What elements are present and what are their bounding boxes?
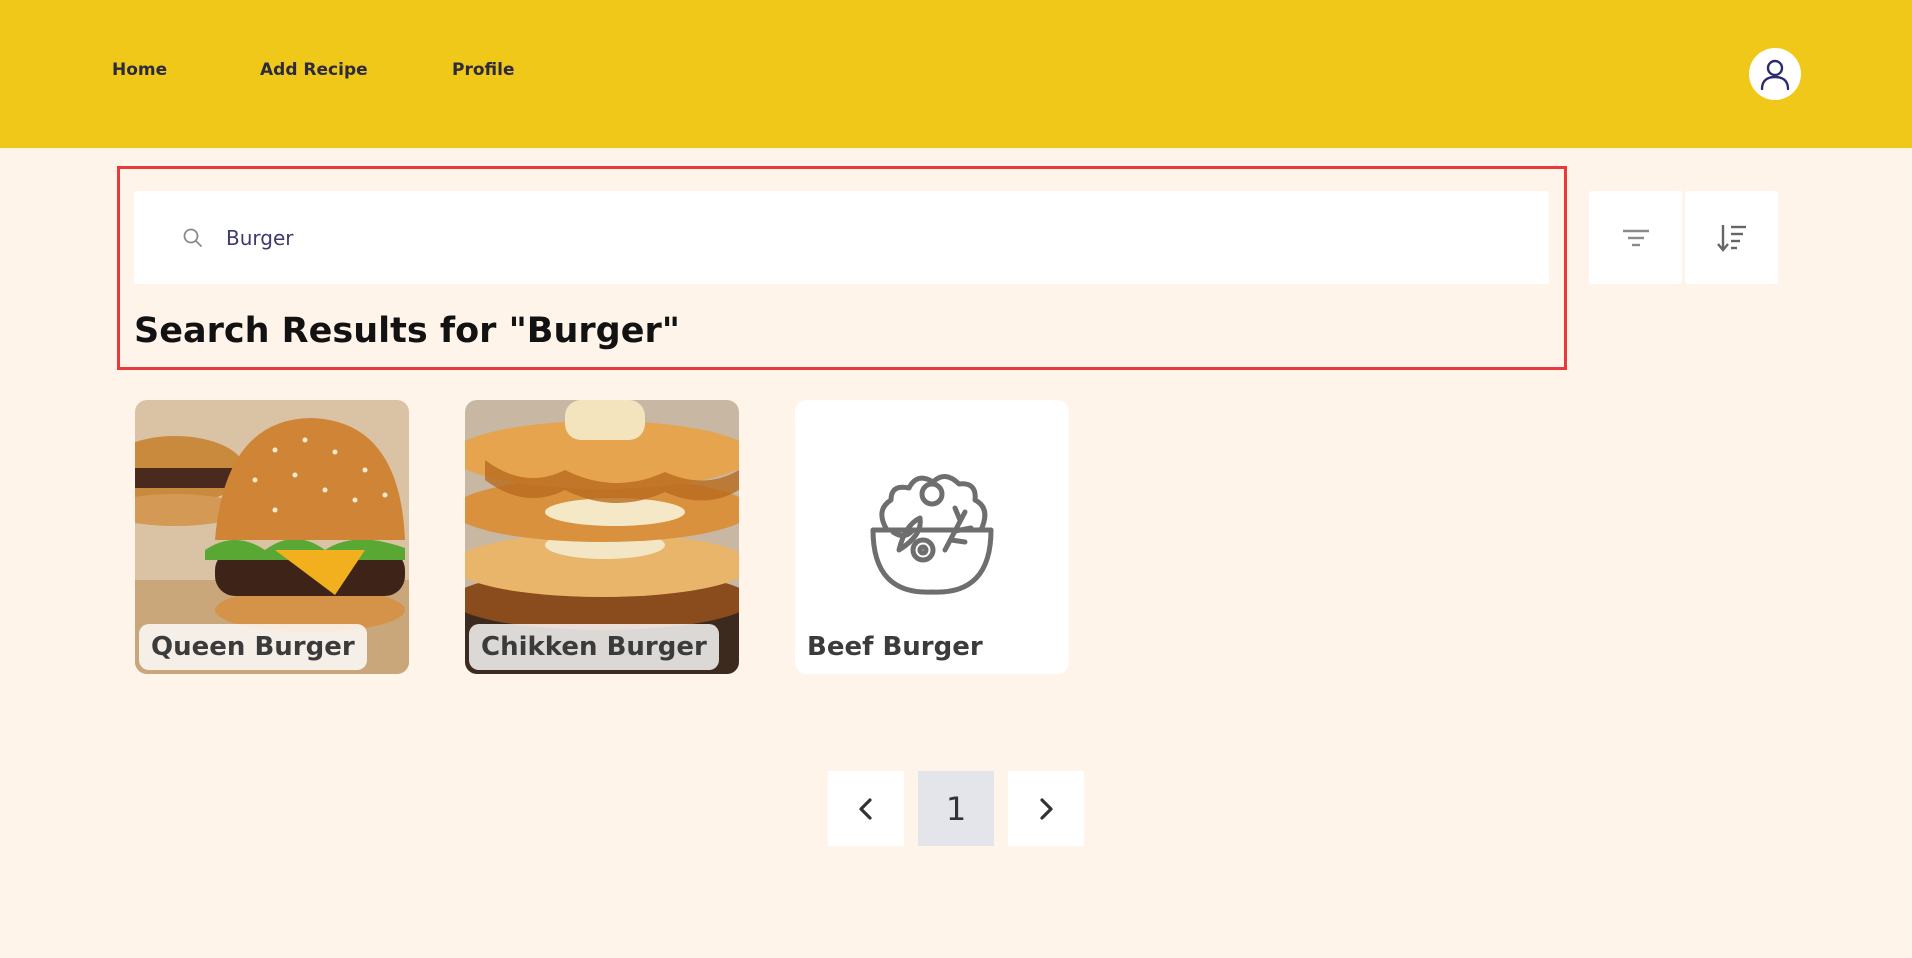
nav-profile-link[interactable]: Profile [452,60,514,80]
sort-button[interactable] [1685,191,1778,284]
chevron-right-icon [1040,797,1053,820]
prev-page-button[interactable] [828,771,904,846]
top-nav-bar: Home Add Recipe Profile [0,0,1912,148]
filter-icon [1622,229,1649,246]
filter-button[interactable] [1589,191,1682,284]
search-bar[interactable] [134,191,1549,284]
profile-avatar-button[interactable] [1749,48,1801,100]
search-icon [183,228,202,247]
recipe-card-title: Chikken Burger [469,624,719,670]
nav-add-recipe-link[interactable]: Add Recipe [260,60,368,80]
recipe-card[interactable]: Queen Burger [135,400,409,674]
search-results-title: Search Results for "Burger" [134,311,680,351]
nav-home-link[interactable]: Home [112,60,167,80]
recipe-card[interactable]: Chikken Burger [465,400,739,674]
recipe-card-title: Beef Burger [807,632,983,662]
recipe-card[interactable]: Beef Burger [795,400,1069,674]
next-page-button[interactable] [1008,771,1084,846]
chevron-left-icon [859,797,872,820]
recipe-card-title: Queen Burger [139,624,367,670]
page-number-button[interactable]: 1 [918,771,994,846]
sort-descending-icon [1716,224,1746,252]
user-icon [1760,59,1790,91]
search-input[interactable] [224,211,1504,265]
